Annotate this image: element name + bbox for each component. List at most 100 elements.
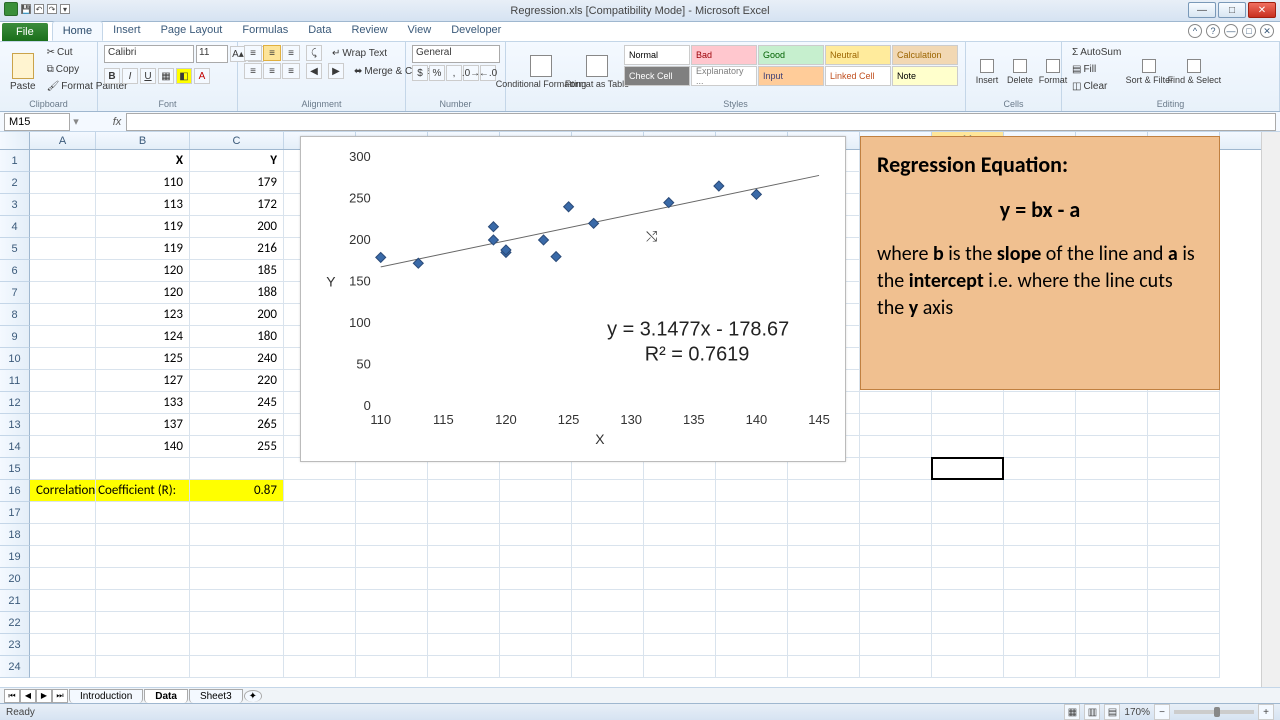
find-select-button[interactable]: Find & Select: [1173, 45, 1215, 99]
cell-B4[interactable]: 119: [96, 216, 190, 238]
cell-A23[interactable]: [30, 634, 96, 656]
cell-M19[interactable]: [932, 546, 1004, 568]
cell-F18[interactable]: [428, 524, 500, 546]
font-size-select[interactable]: 11: [196, 45, 228, 63]
row-header[interactable]: 24: [0, 656, 30, 678]
cell-A5[interactable]: [30, 238, 96, 260]
italic-button[interactable]: I: [122, 68, 138, 84]
cell-A24[interactable]: [30, 656, 96, 678]
tab-data[interactable]: Data: [298, 21, 341, 41]
cell-I18[interactable]: [644, 524, 716, 546]
cell-O13[interactable]: [1076, 414, 1148, 436]
cell-P12[interactable]: [1148, 392, 1220, 414]
cell-N16[interactable]: [1004, 480, 1076, 502]
cell-style-input[interactable]: Input: [758, 66, 824, 86]
cell-A22[interactable]: [30, 612, 96, 634]
help-icon[interactable]: ?: [1206, 24, 1220, 38]
cell-A14[interactable]: [30, 436, 96, 458]
cell-C20[interactable]: [190, 568, 284, 590]
cell-C11[interactable]: 220: [190, 370, 284, 392]
file-tab[interactable]: File: [2, 23, 48, 41]
cell-E24[interactable]: [356, 656, 428, 678]
cell-L22[interactable]: [860, 612, 932, 634]
cell-style-neutral[interactable]: Neutral: [825, 45, 891, 65]
zoom-out-button[interactable]: −: [1154, 704, 1170, 720]
cell-C6[interactable]: 185: [190, 260, 284, 282]
fx-icon[interactable]: fx: [108, 116, 126, 128]
cell-C9[interactable]: 180: [190, 326, 284, 348]
cell-K18[interactable]: [788, 524, 860, 546]
cell-C3[interactable]: 172: [190, 194, 284, 216]
cell-N21[interactable]: [1004, 590, 1076, 612]
decrease-decimal-button[interactable]: ←.0: [480, 65, 496, 81]
cell-B22[interactable]: [96, 612, 190, 634]
cell-N23[interactable]: [1004, 634, 1076, 656]
cell-O21[interactable]: [1076, 590, 1148, 612]
cell-L14[interactable]: [860, 436, 932, 458]
minimize-button[interactable]: —: [1188, 2, 1216, 18]
cell-B21[interactable]: [96, 590, 190, 612]
cell-C2[interactable]: 179: [190, 172, 284, 194]
tab-review[interactable]: Review: [341, 21, 397, 41]
clear-button[interactable]: ◫Clear: [1068, 79, 1125, 94]
align-middle-button[interactable]: ≡: [263, 45, 281, 61]
cell-N20[interactable]: [1004, 568, 1076, 590]
qat-more-icon[interactable]: ▾: [60, 4, 70, 14]
cell-O20[interactable]: [1076, 568, 1148, 590]
cell-B6[interactable]: 120: [96, 260, 190, 282]
row-header[interactable]: 14: [0, 436, 30, 458]
comma-button[interactable]: ,: [446, 65, 462, 81]
fill-color-button[interactable]: ◧: [176, 68, 192, 84]
sheet-tab-sheet3[interactable]: Sheet3: [189, 689, 243, 703]
percent-button[interactable]: %: [429, 65, 445, 81]
doc-min-icon[interactable]: —: [1224, 24, 1238, 38]
cell-F22[interactable]: [428, 612, 500, 634]
row-header[interactable]: 6: [0, 260, 30, 282]
cell-E19[interactable]: [356, 546, 428, 568]
minimize-ribbon-icon[interactable]: ^: [1188, 24, 1202, 38]
cell-B15[interactable]: [96, 458, 190, 480]
cell-M14[interactable]: [932, 436, 1004, 458]
worksheet-grid[interactable]: ABCDEFGHIJKLMNOP 1XY21101793113172411920…: [0, 132, 1280, 698]
cell-H20[interactable]: [572, 568, 644, 590]
row-header[interactable]: 21: [0, 590, 30, 612]
wrap-text-button[interactable]: ↵Wrap Text: [328, 46, 391, 61]
cell-A6[interactable]: [30, 260, 96, 282]
cell-G16[interactable]: [500, 480, 572, 502]
sort-filter-button[interactable]: Sort & Filter: [1128, 45, 1170, 99]
cell-P23[interactable]: [1148, 634, 1220, 656]
border-button[interactable]: ▦: [158, 68, 174, 84]
cell-B9[interactable]: 124: [96, 326, 190, 348]
view-layout-button[interactable]: ▥: [1084, 704, 1100, 720]
cell-C14[interactable]: 255: [190, 436, 284, 458]
cell-N13[interactable]: [1004, 414, 1076, 436]
cell-O15[interactable]: [1076, 458, 1148, 480]
cell-B2[interactable]: 110: [96, 172, 190, 194]
underline-button[interactable]: U: [140, 68, 156, 84]
cell-H21[interactable]: [572, 590, 644, 612]
cell-K16[interactable]: [788, 480, 860, 502]
cell-K23[interactable]: [788, 634, 860, 656]
cell-B19[interactable]: [96, 546, 190, 568]
formula-input[interactable]: [126, 113, 1276, 131]
cell-N15[interactable]: [1004, 458, 1076, 480]
cell-C15[interactable]: [190, 458, 284, 480]
row-header[interactable]: 17: [0, 502, 30, 524]
cell-M22[interactable]: [932, 612, 1004, 634]
conditional-formatting-button[interactable]: Conditional Formatting: [512, 45, 570, 99]
row-header[interactable]: 13: [0, 414, 30, 436]
cell-D18[interactable]: [284, 524, 356, 546]
cell-H18[interactable]: [572, 524, 644, 546]
new-sheet-button[interactable]: ✦: [244, 690, 262, 702]
cell-G21[interactable]: [500, 590, 572, 612]
scatter-chart[interactable]: 0501001502002503001101151201251301351401…: [300, 136, 846, 462]
cell-G22[interactable]: [500, 612, 572, 634]
cell-F20[interactable]: [428, 568, 500, 590]
cell-H23[interactable]: [572, 634, 644, 656]
cell-G19[interactable]: [500, 546, 572, 568]
cell-L12[interactable]: [860, 392, 932, 414]
increase-indent-button[interactable]: ▶: [328, 63, 344, 79]
cell-E18[interactable]: [356, 524, 428, 546]
fill-button[interactable]: ▤Fill: [1068, 62, 1125, 77]
col-header-B[interactable]: B: [96, 132, 190, 149]
